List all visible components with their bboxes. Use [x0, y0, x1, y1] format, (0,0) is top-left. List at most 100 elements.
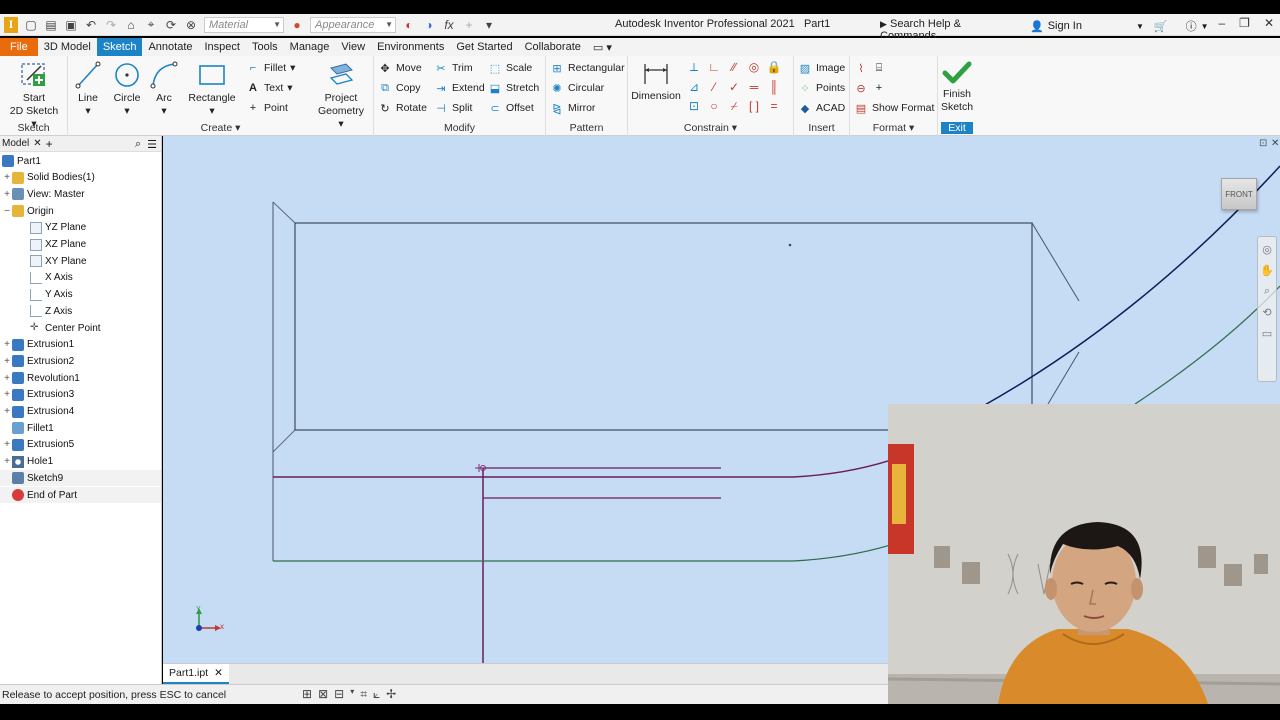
perpendicular-icon[interactable]: ∟: [704, 60, 724, 75]
expand-toggle-icon[interactable]: +: [2, 406, 12, 417]
fix-icon[interactable]: 🔒: [764, 60, 784, 75]
appearance-combo[interactable]: Appearance ▼: [310, 16, 396, 33]
tab-annotate[interactable]: Annotate: [142, 38, 198, 56]
stretch-button[interactable]: ⬓ Stretch: [488, 81, 539, 95]
snap-icon[interactable]: ⊠: [318, 687, 328, 702]
adjust-icon[interactable]: ◐: [402, 18, 416, 32]
tab-environments[interactable]: Environments: [371, 38, 450, 56]
sketch-edge[interactable]: [1031, 222, 1080, 302]
points-button[interactable]: ⁘ Points: [798, 81, 845, 95]
chevron-down-icon[interactable]: ▾: [350, 687, 354, 702]
close-view-icon[interactable]: ✕: [1271, 138, 1279, 149]
home-icon[interactable]: ⌂: [124, 18, 138, 32]
symmetric-icon[interactable]: ⌿: [724, 99, 744, 114]
offset-button[interactable]: ⊂ Offset: [488, 101, 533, 115]
split-button[interactable]: ⊣ Split: [434, 101, 472, 115]
look-at-icon[interactable]: ▭: [1262, 327, 1272, 340]
fx-parameters-icon[interactable]: fx: [442, 18, 456, 32]
close-circle-icon[interactable]: ⊗: [184, 18, 198, 32]
expand-toggle-icon[interactable]: +: [2, 389, 12, 400]
sketch-point[interactable]: [788, 243, 792, 247]
constraint-display-icon[interactable]: ⟀: [373, 687, 380, 702]
pan-icon[interactable]: ✋: [1260, 264, 1274, 277]
acad-button[interactable]: ◆ ACAD: [798, 101, 845, 115]
sketch-edge[interactable]: [272, 429, 296, 453]
sign-in-button[interactable]: 👤 Sign In ▼ 🛒 ⓘ ▼: [1030, 18, 1209, 34]
move-button[interactable]: ✥ Move: [378, 61, 421, 75]
tree-node-extrusion1[interactable]: + Extrusion1: [0, 337, 74, 353]
fillet-button[interactable]: ⌐ Fillet ▾: [246, 61, 296, 75]
tree-node-hole1[interactable]: + Hole1: [0, 454, 53, 470]
arc-button[interactable]: Arc ▾: [148, 60, 180, 118]
point-button[interactable]: + Point: [246, 101, 288, 115]
collinear-icon[interactable]: ⊿: [684, 80, 704, 94]
new-file-icon[interactable]: ▢: [24, 18, 38, 32]
material-combo[interactable]: Material ▼: [204, 16, 284, 33]
browser-tab-model[interactable]: Model: [2, 138, 29, 149]
sketch-edge[interactable]: [1047, 351, 1080, 405]
customize-icon[interactable]: ▾: [482, 18, 496, 32]
help-icon[interactable]: ⓘ: [1186, 18, 1197, 34]
finish-sketch-button[interactable]: Finish Sketch: [938, 60, 976, 114]
mirror-constraint-icon[interactable]: [ ]: [744, 99, 764, 114]
tree-node-extrusion2[interactable]: + Extrusion2: [0, 353, 74, 369]
tab-get-started[interactable]: Get Started: [450, 38, 518, 56]
tree-node-origin[interactable]: − Origin: [0, 203, 54, 219]
close-document-icon[interactable]: ✕: [214, 667, 223, 679]
center-point-button[interactable]: ⊖ +: [854, 81, 886, 95]
relax-mode-icon[interactable]: ⊟: [334, 687, 344, 702]
rotate-button[interactable]: ↻ Rotate: [378, 101, 427, 115]
expand-toggle-icon[interactable]: +: [2, 456, 12, 467]
tree-node-x-axis[interactable]: X Axis: [0, 270, 73, 286]
rectangle-button[interactable]: Rectangle ▾: [186, 60, 238, 118]
expand-toggle-icon[interactable]: +: [2, 373, 12, 384]
equal-icon[interactable]: ○: [704, 99, 724, 114]
circular-pattern-button[interactable]: ✺ Circular: [550, 81, 604, 95]
tree-node-y-axis[interactable]: Y Axis: [0, 287, 73, 303]
document-tab-part1[interactable]: Part1.ipt ✕: [163, 664, 229, 684]
tree-node-sketch9[interactable]: Sketch9: [0, 470, 161, 487]
update-icon[interactable]: ⟳: [164, 18, 178, 32]
orbit-icon[interactable]: ⟲: [1262, 306, 1271, 319]
construction-button[interactable]: ⌇ ⌸: [854, 61, 886, 75]
concentric-icon[interactable]: ◎: [744, 60, 764, 75]
minimize-icon[interactable]: –: [1218, 16, 1225, 30]
inference-icon[interactable]: ⌗: [360, 687, 367, 702]
clear-appearance-icon[interactable]: ◑: [422, 18, 436, 32]
expand-toggle-icon[interactable]: +: [2, 172, 12, 183]
undo-icon[interactable]: ↶: [84, 18, 98, 32]
show-format-button[interactable]: ▤ Show Format: [854, 101, 935, 115]
tree-node-extrusion3[interactable]: + Extrusion3: [0, 387, 74, 403]
tab-tools[interactable]: Tools: [246, 38, 284, 56]
add-tab-icon[interactable]: +: [46, 137, 53, 151]
smooth-icon[interactable]: ✓: [724, 80, 744, 94]
image-button[interactable]: ▨ Image: [798, 61, 845, 75]
coincident-icon[interactable]: ⟂: [684, 60, 704, 75]
close-icon[interactable]: ✕: [1264, 16, 1274, 30]
tree-node-view-master[interactable]: + View: Master: [0, 186, 85, 202]
parallel-icon[interactable]: ∕∕: [724, 60, 744, 75]
sketch-edge[interactable]: [272, 201, 296, 224]
dimension-button[interactable]: Dimension: [630, 60, 682, 103]
tangent-icon[interactable]: ⁄: [704, 80, 724, 94]
tree-node-part1[interactable]: Part1: [0, 153, 41, 169]
tab-inspect[interactable]: Inspect: [199, 38, 246, 56]
tree-node-revolution1[interactable]: + Revolution1: [0, 370, 80, 386]
tree-node-end-of-part[interactable]: End of Part: [0, 487, 161, 503]
sketch-line-green[interactable]: [273, 540, 904, 562]
maximize-icon[interactable]: ❐: [1239, 16, 1250, 30]
open-folder-icon[interactable]: ▤: [44, 18, 58, 32]
mirror-button[interactable]: ⧎ Mirror: [550, 101, 595, 115]
tree-node-extrusion4[interactable]: + Extrusion4: [0, 404, 74, 420]
start-2d-sketch-button[interactable]: Start 2D Sketch ▾: [8, 60, 60, 131]
circle-button[interactable]: Circle ▾: [110, 60, 144, 118]
expand-toggle-icon[interactable]: +: [2, 356, 12, 367]
tree-node-extrusion5[interactable]: + Extrusion5: [0, 437, 74, 453]
search-help-input[interactable]: ▶ Search Help & Commands...: [876, 16, 1026, 42]
ribbon-options-button[interactable]: ▭ ▾: [587, 38, 618, 56]
grid-icon[interactable]: ⊞: [302, 687, 312, 702]
rectangular-pattern-button[interactable]: ⊞ Rectangular: [550, 61, 624, 75]
equal-length-icon[interactable]: =: [764, 99, 784, 114]
sketch-line-purple[interactable]: [273, 455, 904, 478]
tab-sketch[interactable]: Sketch: [96, 38, 143, 56]
